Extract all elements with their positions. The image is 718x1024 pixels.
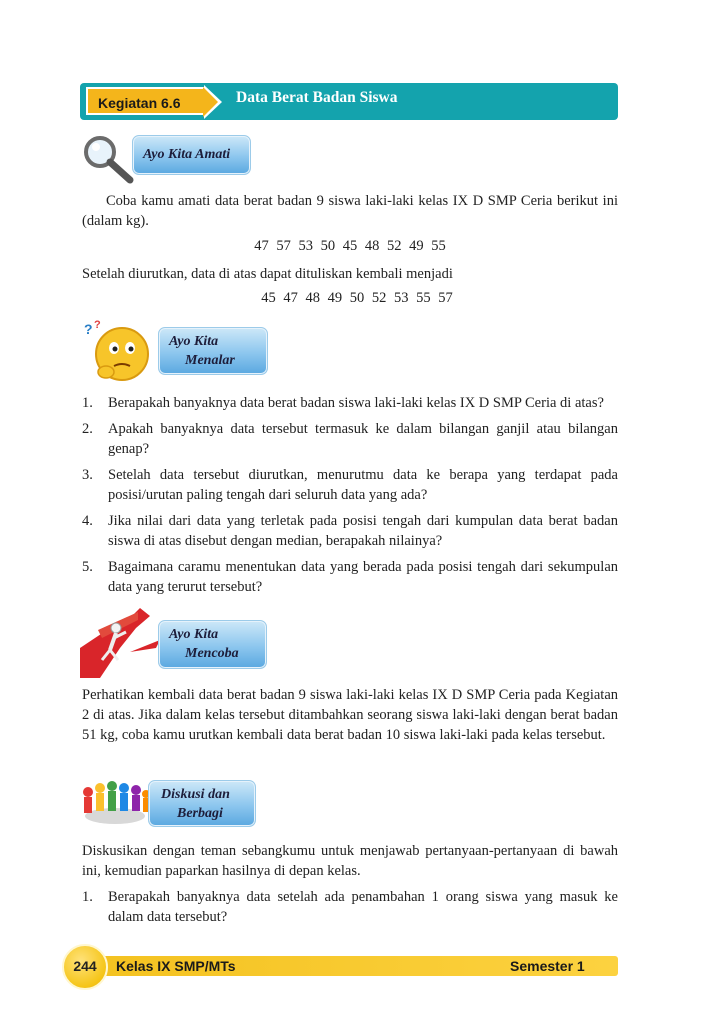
list-item: 3. Setelah data tersebut diurutkan, menur… <box>82 465 618 505</box>
item-text: Bagaimana caramu menentukan data yang be… <box>108 559 618 595</box>
mencoba-label-line1: Ayo Kita <box>169 627 219 642</box>
diskusi-paragraph: Diskusikan dengan teman sebangkumu untuk… <box>82 843 618 879</box>
amati-paragraph: Coba kamu amati data berat badan 9 siswa… <box>82 193 618 229</box>
item-number: 1. <box>82 395 93 411</box>
list-item: 1. Berapakah banyaknya data berat badan s… <box>82 393 618 413</box>
list-item: 4. Jika nilai dari data yang terletak pad… <box>82 511 618 551</box>
item-number: 2. <box>82 421 93 437</box>
svg-text:?: ? <box>84 321 93 337</box>
section-label-menalar: Ayo Kita Menalar <box>158 327 268 375</box>
list-item: 1. Berapakah banyaknya data setelah ada p… <box>82 887 618 927</box>
menalar-label-line2: Menalar <box>185 353 235 368</box>
section-label-diskusi: Diskusi dan Berbagi <box>148 780 256 827</box>
diskusi-question-list: 1. Berapakah banyaknya data setelah ada p… <box>82 887 618 933</box>
section-label-amati: Ayo Kita Amati <box>132 135 251 175</box>
sorted-data-line: 45 47 48 49 50 52 53 55 57 <box>261 290 453 306</box>
item-number: 4. <box>82 513 93 529</box>
discussion-group-icon <box>78 776 152 832</box>
semester-label: Semester 1 <box>510 958 585 974</box>
menalar-label-line1: Ayo Kita <box>169 334 219 349</box>
item-text: Setelah data tersebut diurutkan, menurut… <box>108 467 618 503</box>
sorted-intro: Setelah diurutkan, data di atas dapat di… <box>82 266 453 282</box>
list-item: 2. Apakah banyaknya data tersebut termasu… <box>82 419 618 459</box>
diskusi-label-line1: Diskusi dan <box>161 787 230 802</box>
book-title: Kelas IX SMP/MTs <box>116 958 236 974</box>
mencoba-paragraph: Perhatikan kembali data berat badan 9 si… <box>82 687 618 743</box>
weight-data-line: 47 57 53 50 45 48 52 49 55 <box>254 238 446 254</box>
section-label-mencoba: Ayo Kita Mencoba <box>158 620 267 669</box>
svg-text:?: ? <box>94 319 101 331</box>
list-item: 5. Bagaimana caramu menentukan data yang … <box>82 557 618 597</box>
mencoba-label-line2: Mencoba <box>185 646 239 661</box>
item-number: 3. <box>82 467 93 483</box>
item-number: 5. <box>82 559 93 575</box>
diskusi-label-line2: Berbagi <box>177 806 223 821</box>
kegiatan-label: Kegiatan 6.6 <box>86 87 204 115</box>
page-number: 244 <box>62 944 108 990</box>
item-text: Jika nilai dari data yang terletak pada … <box>108 513 618 549</box>
thinking-face-icon: ? ? <box>82 318 152 384</box>
kegiatan-arrow <box>203 87 218 117</box>
menalar-question-list: 1. Berapakah banyaknya data berat badan s… <box>82 393 618 603</box>
item-number: 1. <box>82 889 93 905</box>
activity-title: Data Berat Badan Siswa <box>236 89 398 106</box>
item-text: Berapakah banyaknya data berat badan sis… <box>108 395 604 411</box>
climbing-person-icon <box>80 608 164 678</box>
item-text: Berapakah banyaknya data setelah ada pen… <box>108 889 618 925</box>
item-text: Apakah banyaknya data tersebut termasuk … <box>108 421 618 457</box>
